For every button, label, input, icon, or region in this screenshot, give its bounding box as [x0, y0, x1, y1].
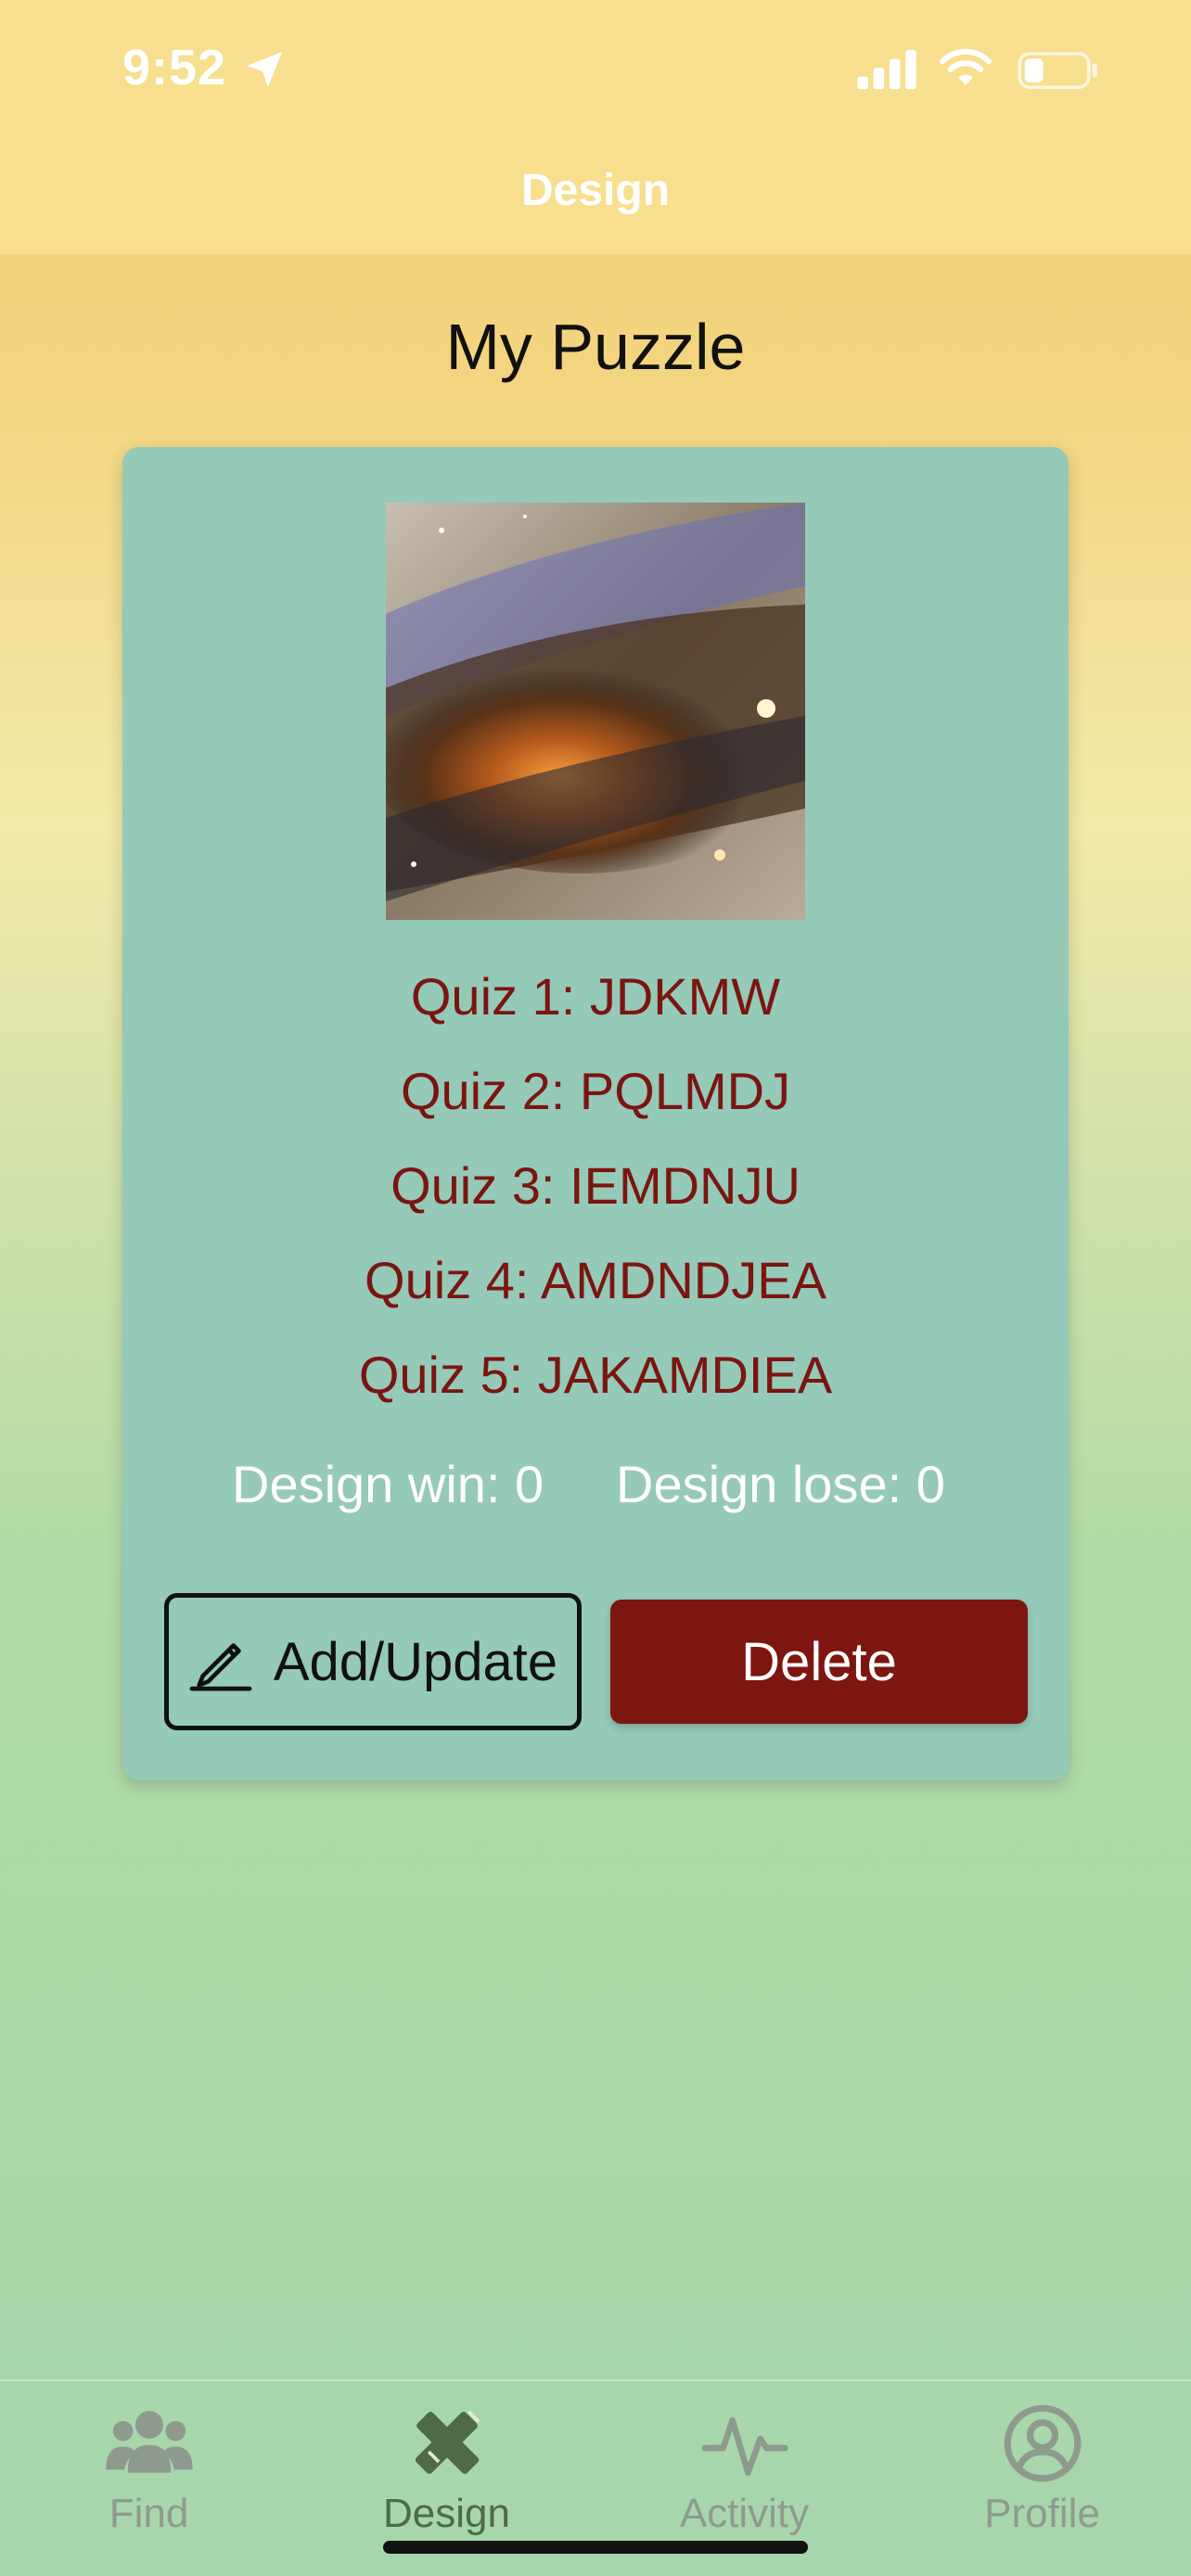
tab-activity-label: Activity	[679, 2491, 810, 2536]
quiz-line-1: Quiz 1: JDKMW	[410, 967, 781, 1026]
puzzle-image	[386, 503, 805, 920]
wifi-icon	[940, 48, 992, 86]
header-bar: 9:52 Design	[0, 0, 1191, 254]
pencil-icon	[189, 1643, 252, 1691]
tab-profile[interactable]: Profile	[893, 2381, 1191, 2576]
quiz-line-4: Quiz 4: AMDNDJEA	[365, 1251, 826, 1309]
people-icon	[105, 2411, 193, 2473]
page-title: My Puzzle	[445, 311, 746, 383]
add-update-button[interactable]: Add/Update	[164, 1593, 582, 1730]
nav-title: Design	[520, 166, 671, 215]
quiz-line-2: Quiz 2: PQLMDJ	[400, 1062, 791, 1120]
pencil-ruler-icon	[415, 2410, 480, 2474]
quiz-line-5: Quiz 5: JAKAMDIEA	[358, 1345, 833, 1404]
home-indicator[interactable]	[383, 2541, 808, 2554]
activity-icon	[700, 2417, 788, 2477]
status-time: 9:52	[122, 40, 227, 96]
design-win-stat: Design win: 0	[232, 1455, 544, 1513]
design-lose-stat: Design lose: 0	[616, 1455, 945, 1513]
add-update-label: Add/Update	[273, 1631, 558, 1692]
quiz-line-3: Quiz 3: IEMDNJU	[391, 1156, 800, 1215]
tab-design-label: Design	[383, 2491, 510, 2536]
profile-icon	[1004, 2404, 1081, 2482]
cellular-signal-icon	[857, 49, 916, 90]
delete-label: Delete	[741, 1631, 897, 1692]
delete-button[interactable]: Delete	[610, 1600, 1028, 1724]
tab-profile-label: Profile	[984, 2491, 1100, 2536]
puzzle-card: Quiz 1: JDKMW Quiz 2: PQLMDJ Quiz 3: IEM…	[122, 447, 1069, 1780]
tab-find[interactable]: Find	[0, 2381, 298, 2576]
location-arrow-icon	[246, 51, 283, 88]
tab-find-label: Find	[109, 2491, 189, 2536]
battery-icon	[1018, 52, 1097, 89]
